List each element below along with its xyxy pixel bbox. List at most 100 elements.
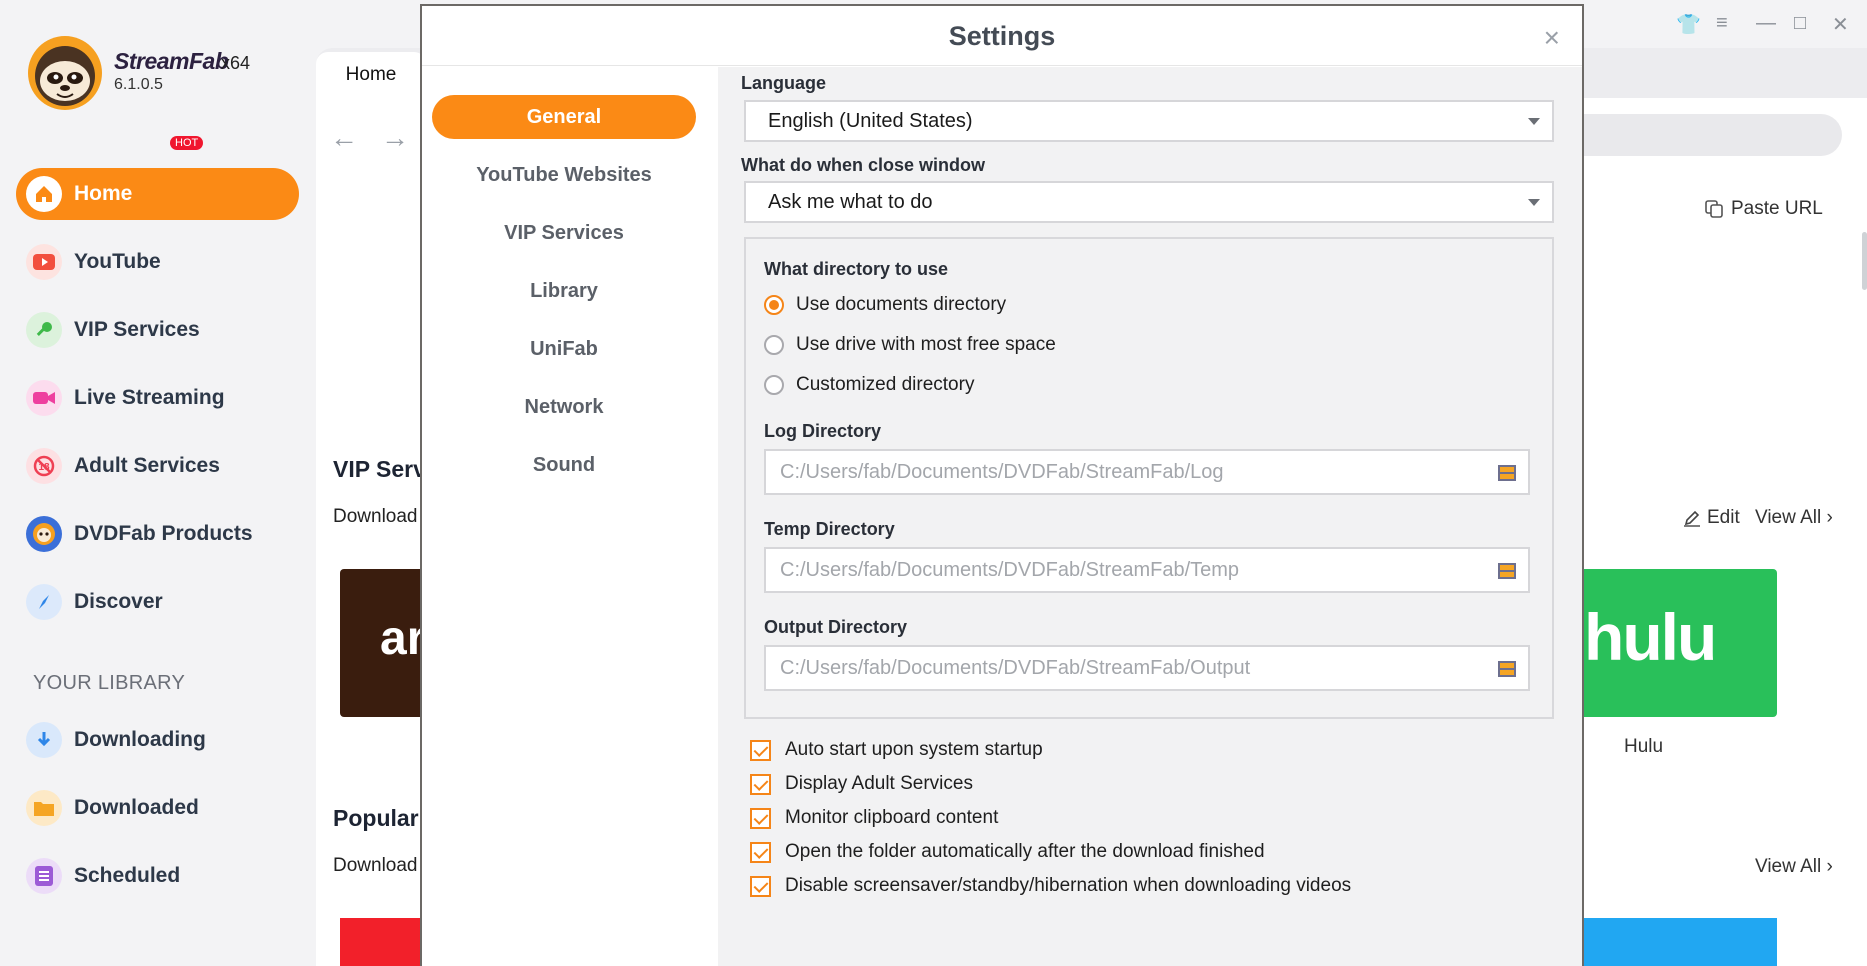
sidebar-item-label: YouTube xyxy=(74,250,161,273)
sidebar-item-label: VIP Services xyxy=(74,318,200,341)
checkbox[interactable] xyxy=(750,807,771,829)
settings-nav: General YouTube Websites VIP Services Li… xyxy=(422,67,718,966)
hulu-card[interactable]: hulu xyxy=(1570,569,1777,717)
window-close-icon[interactable]: ✕ xyxy=(1832,12,1849,37)
checkbox-open-folder[interactable]: Open the folder automatically after the … xyxy=(750,841,1265,863)
settings-tab-unifab[interactable]: UniFab xyxy=(432,327,696,371)
directory-choice-label: What directory to use xyxy=(764,259,949,279)
sidebar: StreamFab x64 6.1.0.5 Home YouTube VIP S… xyxy=(0,0,316,966)
radio-button[interactable] xyxy=(764,295,784,315)
settings-tab-youtube-websites[interactable]: YouTube Websites xyxy=(432,153,696,197)
scrollbar-thumb[interactable] xyxy=(1862,232,1867,290)
chevron-down-icon xyxy=(1528,118,1540,125)
checkbox-disable-screensaver[interactable]: Disable screensaver/standby/hibernation … xyxy=(750,875,1351,897)
radio-most-free-space[interactable]: Use drive with most free space xyxy=(764,334,1056,356)
settings-tab-vip-services[interactable]: VIP Services xyxy=(432,211,696,255)
folder-browse-icon[interactable] xyxy=(1498,563,1516,579)
amazon-card[interactable]: ar xyxy=(340,569,425,717)
app-version: 6.1.0.5 xyxy=(114,76,163,93)
checkbox-label: Disable screensaver/standby/hibernation … xyxy=(785,875,1352,896)
sidebar-item-dvdfab-products[interactable]: DVDFab Products xyxy=(16,508,299,560)
close-window-select[interactable]: Ask me what to do xyxy=(744,181,1554,223)
tab-home[interactable]: Home xyxy=(316,52,426,98)
sidebar-item-label: Discover xyxy=(74,590,163,613)
library-heading: YOUR LIBRARY xyxy=(33,672,186,694)
pencil-icon xyxy=(1684,510,1700,527)
minimize-icon[interactable]: — xyxy=(1756,12,1776,35)
vip-view-all-link[interactable]: View All › xyxy=(1755,507,1833,529)
tab-home-label: Home xyxy=(345,64,397,85)
dialog-title: Settings xyxy=(422,6,1582,66)
settings-tab-library[interactable]: Library xyxy=(432,269,696,313)
popular-card-blue[interactable] xyxy=(1570,918,1777,966)
sidebar-item-downloading[interactable]: Downloading xyxy=(16,714,299,766)
library-nav: Downloading Downloaded Scheduled xyxy=(16,714,299,918)
checkbox-label: Monitor clipboard content xyxy=(785,807,999,828)
popular-view-all-link[interactable]: View All › xyxy=(1755,856,1833,878)
checkbox[interactable] xyxy=(750,739,771,761)
sidebar-nav: Home YouTube VIP Services Live Streaming… xyxy=(16,168,299,644)
language-value: English (United States) xyxy=(768,110,973,132)
log-directory-field[interactable]: C:/Users/fab/Documents/DVDFab/StreamFab/… xyxy=(764,449,1530,495)
sidebar-item-home[interactable]: Home xyxy=(16,168,299,220)
hulu-caption: Hulu xyxy=(1624,736,1664,757)
checkbox[interactable] xyxy=(750,773,771,795)
sidebar-item-label: Downloaded xyxy=(74,796,199,819)
language-select[interactable]: English (United States) xyxy=(744,100,1554,142)
back-arrow-icon[interactable]: ← xyxy=(330,122,358,154)
brand-arch: x64 xyxy=(221,53,251,73)
settings-tab-sound[interactable]: Sound xyxy=(432,443,696,487)
radio-customized[interactable]: Customized directory xyxy=(764,374,974,396)
sidebar-item-live-streaming[interactable]: Live Streaming xyxy=(16,372,299,424)
sidebar-item-label: Downloading xyxy=(74,728,206,751)
settings-tab-general[interactable]: General xyxy=(432,95,696,139)
temp-directory-field[interactable]: C:/Users/fab/Documents/DVDFab/StreamFab/… xyxy=(764,547,1530,593)
checkbox-display-adult[interactable]: Display Adult Services xyxy=(750,773,973,795)
sidebar-item-label: Home xyxy=(74,182,133,205)
checkbox-auto-start[interactable]: Auto start upon system startup xyxy=(750,739,1043,761)
sidebar-item-vip-services[interactable]: VIP Services xyxy=(16,304,299,356)
popular-card-red[interactable] xyxy=(340,918,425,966)
sidebar-item-label: Live Streaming xyxy=(74,386,225,409)
key-icon xyxy=(26,312,62,348)
folder-browse-icon[interactable] xyxy=(1498,661,1516,677)
checkbox[interactable] xyxy=(750,875,771,897)
settings-dialog: Settings × General YouTube Websites VIP … xyxy=(420,4,1584,966)
sidebar-item-discover[interactable]: Discover xyxy=(16,576,299,628)
sidebar-item-scheduled[interactable]: Scheduled xyxy=(16,850,299,902)
dvdfab-icon xyxy=(26,516,62,552)
radio-button[interactable] xyxy=(764,375,784,395)
maximize-icon[interactable]: □ xyxy=(1794,12,1806,35)
youtube-icon xyxy=(26,244,62,280)
chevron-right-icon: › xyxy=(1826,856,1833,877)
edit-label: Edit xyxy=(1707,507,1740,528)
close-icon[interactable]: × xyxy=(1544,22,1560,54)
output-directory-label: Output Directory xyxy=(764,617,908,637)
popular-section-subtitle: Download xyxy=(333,855,418,876)
forward-arrow-icon[interactable]: → xyxy=(381,122,409,154)
address-bar[interactable] xyxy=(1560,114,1842,156)
checkbox-monitor-clipboard[interactable]: Monitor clipboard content xyxy=(750,807,998,829)
log-directory-label: Log Directory xyxy=(764,421,882,441)
checkbox[interactable] xyxy=(750,841,771,863)
view-all-label: View All xyxy=(1755,507,1822,528)
radio-label: Use documents directory xyxy=(796,294,1007,315)
brand-name: StreamFab xyxy=(114,48,229,74)
sidebar-item-adult-services[interactable]: 18 Adult Services xyxy=(16,440,299,492)
menu-icon[interactable]: ≡ xyxy=(1716,12,1728,35)
home-icon xyxy=(26,176,62,212)
sidebar-item-downloaded[interactable]: Downloaded xyxy=(16,782,299,834)
output-directory-field[interactable]: C:/Users/fab/Documents/DVDFab/StreamFab/… xyxy=(764,645,1530,691)
paste-url-button[interactable]: Paste URL xyxy=(1705,198,1823,220)
radio-button[interactable] xyxy=(764,335,784,355)
settings-tab-network[interactable]: Network xyxy=(432,385,696,429)
compass-icon xyxy=(26,584,62,620)
radio-use-documents[interactable]: Use documents directory xyxy=(764,294,1006,316)
sidebar-item-youtube[interactable]: YouTube xyxy=(16,236,299,288)
radio-label: Customized directory xyxy=(796,374,975,395)
folder-icon xyxy=(26,790,62,826)
vip-section-title: VIP Serv xyxy=(333,456,426,482)
folder-browse-icon[interactable] xyxy=(1498,465,1516,481)
edit-button[interactable]: Edit xyxy=(1683,507,1740,529)
skin-icon[interactable]: 👕 xyxy=(1676,12,1701,37)
